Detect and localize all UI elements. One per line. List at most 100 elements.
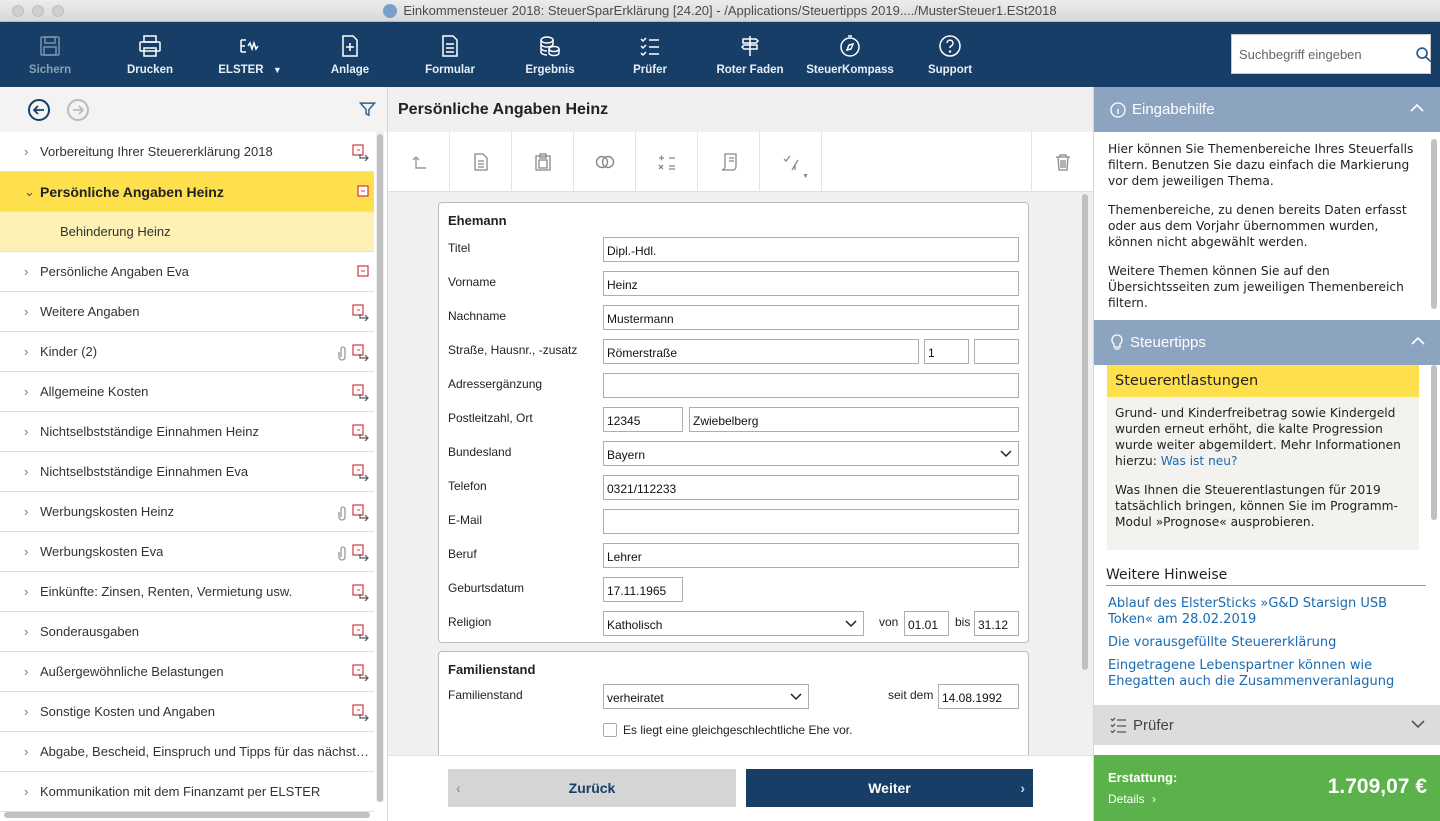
nav-item-vorbereitung[interactable]: › Vorbereitung Ihrer Steuererklärung 201… bbox=[0, 132, 374, 172]
roter-faden-button[interactable]: Roter Faden bbox=[700, 22, 800, 87]
search-icon[interactable] bbox=[1415, 46, 1432, 63]
steuerkompass-button[interactable]: SteuerKompass bbox=[800, 22, 900, 87]
form-icon[interactable] bbox=[356, 264, 370, 281]
hausnummer-zusatz-field[interactable] bbox=[974, 339, 1019, 364]
back-nav-button[interactable] bbox=[28, 99, 50, 121]
hinweis-link[interactable]: Die vorausgefüllte Steuererklärung bbox=[1108, 635, 1426, 651]
clipboard-button[interactable] bbox=[512, 132, 574, 192]
nav-item-abgabe-bescheid[interactable]: › Abgabe, Bescheid, Einspruch und Tipps … bbox=[0, 732, 374, 772]
postleitzahl-field[interactable]: 12345 bbox=[603, 407, 683, 432]
form-link-icon[interactable] bbox=[352, 304, 370, 324]
bundesland-select[interactable]: Bayern bbox=[603, 441, 1019, 466]
elster-button[interactable]: ELSTER ▼ bbox=[200, 22, 300, 87]
nav-item-persoenliche-angaben-heinz[interactable]: ⌄ Persönliche Angaben Heinz bbox=[0, 172, 374, 212]
scrollbar-thumb[interactable] bbox=[4, 812, 370, 818]
form-link-icon[interactable] bbox=[352, 704, 370, 724]
form-link-icon[interactable] bbox=[352, 664, 370, 684]
pruefer-button[interactable]: Prüfer bbox=[600, 22, 700, 87]
filter-icon[interactable] bbox=[358, 101, 377, 121]
pruefer-header[interactable]: Prüfer bbox=[1094, 705, 1440, 745]
form-link-icon[interactable] bbox=[352, 584, 370, 604]
ergebnis-button[interactable]: Ergebnis bbox=[500, 22, 600, 87]
form-vertical-scrollbar[interactable] bbox=[1081, 192, 1089, 755]
attachment-icon[interactable] bbox=[336, 545, 348, 564]
save-button[interactable]: Sichern bbox=[0, 22, 100, 87]
print-button[interactable]: Drucken bbox=[100, 22, 200, 87]
vorname-field[interactable]: Heinz bbox=[603, 271, 1019, 296]
search-input[interactable] bbox=[1232, 35, 1415, 73]
nav-item-weitere-angaben[interactable]: › Weitere Angaben bbox=[0, 292, 374, 332]
form-icon[interactable] bbox=[356, 184, 370, 201]
form-link-icon[interactable] bbox=[352, 504, 370, 524]
receipt-button[interactable] bbox=[698, 132, 760, 192]
telefon-field[interactable]: 0321/112233 bbox=[603, 475, 1019, 500]
hinweis-link[interactable]: Eingetragene Lebenspartner können wie Eh… bbox=[1108, 658, 1426, 690]
titel-field[interactable]: Dipl.-Hdl. bbox=[603, 237, 1019, 262]
chevron-right-icon: › bbox=[1152, 792, 1157, 806]
nachname-field[interactable]: Mustermann bbox=[603, 305, 1019, 330]
scrollbar-thumb[interactable] bbox=[1082, 194, 1088, 670]
refund-details-link[interactable]: Details › bbox=[1108, 792, 1156, 806]
form-link-icon[interactable] bbox=[352, 344, 370, 364]
was-ist-neu-link[interactable]: Was ist neu? bbox=[1161, 454, 1238, 468]
nav-item-persoenliche-angaben-eva[interactable]: › Persönliche Angaben Eva bbox=[0, 252, 374, 292]
go-up-button[interactable] bbox=[388, 132, 450, 192]
geburtsdatum-field[interactable]: 17.11.1965 bbox=[603, 577, 683, 602]
religion-von-field[interactable]: 01.01 bbox=[904, 611, 949, 636]
delete-button[interactable] bbox=[1031, 132, 1093, 192]
form-link-icon[interactable] bbox=[352, 624, 370, 644]
form-link-icon[interactable] bbox=[352, 384, 370, 404]
next-button[interactable]: Weiter › bbox=[746, 769, 1033, 807]
form-link-icon[interactable] bbox=[352, 424, 370, 444]
form-link-icon[interactable] bbox=[352, 544, 370, 564]
share-calc-button[interactable]: ▼ bbox=[760, 132, 822, 192]
adressergaenzung-field[interactable] bbox=[603, 373, 1019, 398]
strasse-field[interactable]: Römerstraße bbox=[603, 339, 919, 364]
nav-item-kommunikation-elster[interactable]: › Kommunikation mit dem Finanzamt per EL… bbox=[0, 772, 374, 812]
nav-item-kinder[interactable]: › Kinder (2) bbox=[0, 332, 374, 372]
eingabehilfe-header[interactable]: Eingabehilfe bbox=[1094, 87, 1440, 132]
hinweis-link[interactable]: Ablauf des ElsterSticks »G&D Starsign US… bbox=[1108, 596, 1426, 628]
eingabehilfe-body: Hier können Sie Themenbereiche Ihres Ste… bbox=[1108, 142, 1414, 310]
nav-item-sonderausgaben[interactable]: › Sonderausgaben bbox=[0, 612, 374, 652]
scrollbar-thumb[interactable] bbox=[377, 134, 383, 802]
nav-item-sonstige-kosten[interactable]: › Sonstige Kosten und Angaben bbox=[0, 692, 374, 732]
hausnummer-field[interactable]: 1 bbox=[924, 339, 969, 364]
nav-item-einnahmen-heinz[interactable]: › Nichtselbstständige Einnahmen Heinz bbox=[0, 412, 374, 452]
nav-item-behinderung-heinz[interactable]: Behinderung Heinz bbox=[0, 212, 374, 252]
nav-item-werbungskosten-eva[interactable]: › Werbungskosten Eva bbox=[0, 532, 374, 572]
back-button[interactable]: ‹ Zurück bbox=[448, 769, 736, 807]
nav-item-aussergewoehnliche-belastungen[interactable]: › Außergewöhnliche Belastungen bbox=[0, 652, 374, 692]
compare-button[interactable] bbox=[574, 132, 636, 192]
nav-horizontal-scrollbar[interactable] bbox=[0, 811, 374, 819]
chevron-up-icon[interactable] bbox=[1410, 101, 1424, 119]
anlage-button[interactable]: Anlage bbox=[300, 22, 400, 87]
attachment-icon[interactable] bbox=[336, 345, 348, 364]
email-field[interactable] bbox=[603, 509, 1019, 534]
form-link-icon[interactable] bbox=[352, 144, 370, 164]
tips-scrollbar-thumb[interactable] bbox=[1431, 365, 1437, 520]
nav-item-allgemeine-kosten[interactable]: › Allgemeine Kosten bbox=[0, 372, 374, 412]
nav-vertical-scrollbar[interactable] bbox=[376, 132, 384, 802]
nav-item-einkuenfte[interactable]: › Einkünfte: Zinsen, Renten, Vermietung … bbox=[0, 572, 374, 612]
support-button[interactable]: Support bbox=[900, 22, 1000, 87]
steuertipps-header[interactable]: Steuertipps bbox=[1094, 320, 1440, 365]
chevron-down-icon[interactable] bbox=[1411, 717, 1425, 735]
attachment-icon[interactable] bbox=[336, 505, 348, 524]
formular-button[interactable]: Formular bbox=[400, 22, 500, 87]
forward-nav-button[interactable] bbox=[67, 99, 89, 121]
beruf-field[interactable]: Lehrer bbox=[603, 543, 1019, 568]
help-scrollbar-thumb[interactable] bbox=[1431, 139, 1437, 309]
nav-item-werbungskosten-heinz[interactable]: › Werbungskosten Heinz bbox=[0, 492, 374, 532]
religion-bis-field[interactable]: 31.12 bbox=[974, 611, 1019, 636]
religion-select[interactable]: Katholisch bbox=[603, 611, 864, 636]
chevron-up-icon[interactable] bbox=[1411, 334, 1425, 352]
nav-item-einnahmen-eva[interactable]: › Nichtselbstständige Einnahmen Eva bbox=[0, 452, 374, 492]
document-button[interactable] bbox=[450, 132, 512, 192]
ort-field[interactable]: Zwiebelberg bbox=[689, 407, 1019, 432]
seit-dem-field[interactable]: 14.08.1992 bbox=[938, 684, 1019, 709]
form-link-icon[interactable] bbox=[352, 464, 370, 484]
familienstand-select[interactable]: verheiratet bbox=[603, 684, 809, 709]
gleichgeschlechtliche-ehe-checkbox[interactable] bbox=[603, 723, 617, 737]
calculator-button[interactable] bbox=[636, 132, 698, 192]
